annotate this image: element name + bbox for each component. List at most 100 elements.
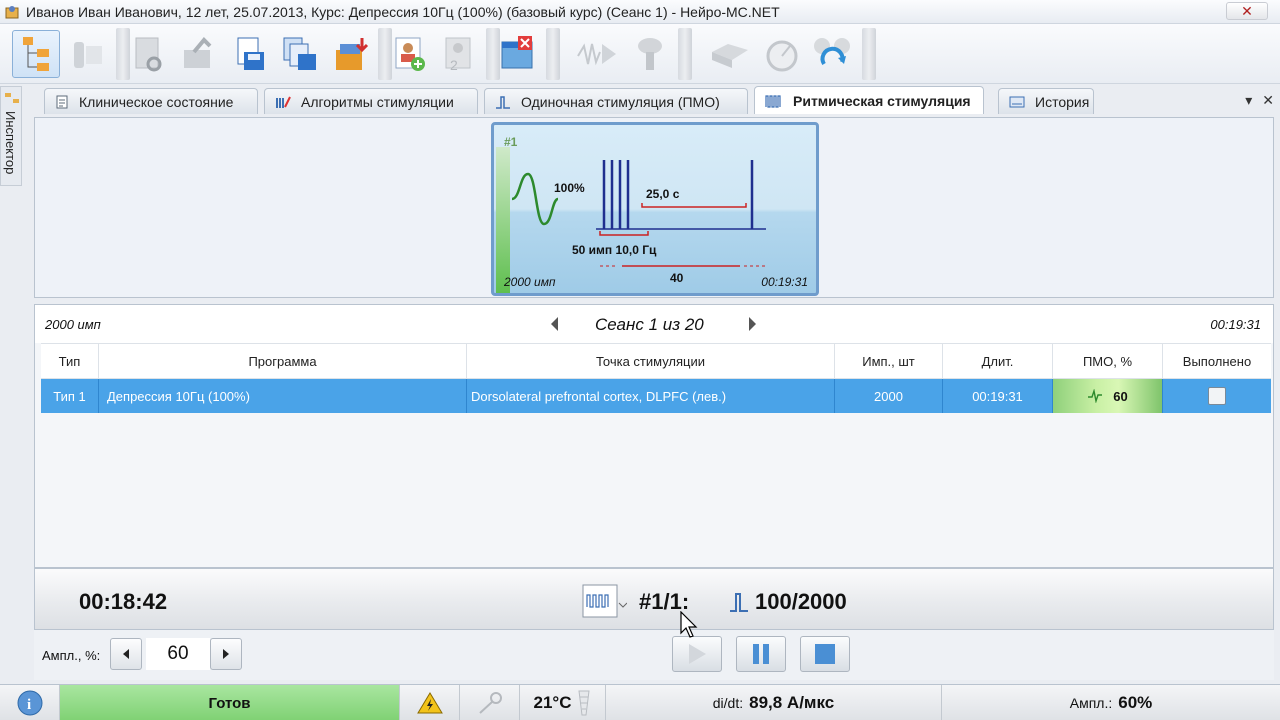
close-tab-icon[interactable]: ✕	[1262, 92, 1274, 109]
tab-label: Ритмическая стимуляция	[793, 92, 971, 109]
amplitude-increase-button[interactable]	[210, 638, 242, 670]
play-button[interactable]	[672, 636, 722, 672]
session-pulses: 2000 имп	[45, 317, 101, 332]
stimulator-icon	[706, 30, 754, 78]
tab-single-stimulation[interactable]: Одиночная стимуляция (ПМО)	[484, 88, 748, 114]
rhythmic-pulse-icon	[765, 94, 783, 108]
didt-cell: di/dt: 89,8 А/мкс	[606, 685, 942, 720]
algorithm-icon	[275, 95, 291, 109]
done-checkbox[interactable]	[1208, 387, 1226, 405]
didt-label: di/dt:	[712, 695, 744, 711]
repeat-span-marker	[600, 265, 766, 267]
protocol-index: #1	[504, 135, 518, 149]
refresh-icon[interactable]	[808, 30, 856, 78]
amplitude-input[interactable]: 60	[146, 638, 210, 670]
session-duration: 00:19:31	[1210, 317, 1261, 332]
cell-program: Депрессия 10Гц (100%)	[99, 379, 467, 413]
coil-icon	[626, 30, 674, 78]
sine-wave-icon	[512, 172, 558, 226]
column-header-point[interactable]: Точка стимуляции	[467, 344, 835, 378]
amplitude-cell: Ампл.: 60%	[942, 685, 1280, 720]
pulse-wave-icon	[1088, 389, 1103, 403]
session-title: Сеанс 1 из 20	[595, 315, 704, 334]
amplitude-level-bar	[496, 147, 510, 293]
tab-history[interactable]: История	[998, 88, 1094, 114]
elapsed-time: 00:18:42	[79, 589, 168, 614]
column-header-pulses[interactable]: Имп., шт	[835, 344, 943, 378]
cell-type: Тип 1	[41, 379, 99, 413]
close-window-icon[interactable]	[494, 30, 542, 78]
tree-view-icon[interactable]	[12, 30, 60, 78]
import-icon[interactable]	[328, 30, 376, 78]
protocol-repeats: 40	[670, 271, 684, 285]
play-icon	[689, 644, 706, 664]
stop-icon	[815, 644, 835, 664]
tab-clinical-state[interactable]: Клиническое состояние	[44, 88, 258, 114]
single-pulse-icon	[730, 593, 748, 612]
warning-icon[interactable]	[400, 685, 460, 720]
table-row[interactable]: Тип 1 Депрессия 10Гц (100%) Dorsolateral…	[41, 379, 1271, 413]
protocol-train: 50 имп 10,0 Гц	[572, 243, 657, 257]
patient-number-icon: 2	[436, 30, 484, 78]
save-icon[interactable]	[226, 30, 274, 78]
protocol-duration: 00:19:31	[761, 275, 808, 289]
cell-pmo[interactable]: 60	[1053, 379, 1163, 413]
pin-icon	[5, 93, 19, 103]
pause-icon	[753, 644, 769, 664]
stop-button[interactable]	[800, 636, 850, 672]
title-bar: Иванов Иван Иванович, 12 лет, 25.07.2013…	[0, 0, 1280, 24]
arrow-left-icon	[123, 649, 129, 659]
tab-strip: Клиническое состояние Алгоритмы стимуляц…	[36, 86, 1280, 114]
column-header-type[interactable]: Тип	[41, 344, 99, 378]
status-amp-label: Ампл.:	[1069, 695, 1113, 711]
toolbar-separator	[862, 28, 876, 80]
inspector-panel-tab[interactable]: Инспектор	[0, 86, 22, 186]
history-icon	[1009, 95, 1025, 109]
arrow-right-icon	[223, 649, 229, 659]
tab-list-dropdown-icon[interactable]: ▾	[1245, 92, 1252, 109]
tab-controls: ▾ ✕	[1245, 92, 1274, 109]
status-ready: Готов	[60, 685, 400, 720]
status-amp-value: 60%	[1118, 693, 1153, 712]
column-header-done[interactable]: Выполнено	[1163, 344, 1271, 378]
export-icon	[174, 30, 222, 78]
column-header-pmo[interactable]: ПМО, %	[1053, 344, 1163, 378]
save-all-icon[interactable]	[276, 30, 324, 78]
toolbar-separator	[546, 28, 560, 80]
amplitude-decrease-button[interactable]	[110, 638, 142, 670]
progress-panel: 00:18:42 #1/1: 100/2000	[34, 568, 1274, 630]
next-session-icon[interactable]	[749, 317, 756, 331]
tab-algorithms[interactable]: Алгоритмы стимуляции	[264, 88, 478, 114]
protocol-interval: 25,0 с	[646, 187, 680, 201]
cell-point: Dorsolateral prefrontal cortex, DLPFC (л…	[467, 379, 835, 413]
train-span-marker	[599, 231, 649, 236]
info-icon[interactable]: i	[0, 685, 60, 720]
column-header-duration[interactable]: Длит.	[943, 344, 1053, 378]
mouse-cursor-icon	[680, 611, 698, 638]
key-icon	[460, 685, 520, 720]
main-toolbar: 2	[0, 24, 1280, 84]
temperature-value: 21°C	[533, 693, 572, 712]
app-window: Иванов Иван Иванович, 12 лет, 25.07.2013…	[0, 0, 1280, 720]
amplitude-label: Ампл., %:	[42, 648, 101, 663]
session-header: 2000 имп Сеанс 1 из 20 00:19:31	[35, 305, 1273, 343]
previous-session-icon[interactable]	[551, 317, 558, 331]
protocol-card[interactable]: #1 100% 25,0 с 50 имп 10,0 Гц 40 2000 им…	[491, 122, 819, 296]
cell-pulses: 2000	[835, 379, 943, 413]
pause-button[interactable]	[736, 636, 786, 672]
temperature-cell: 21°C	[520, 685, 606, 720]
tab-label: История	[1035, 93, 1090, 110]
tab-label: Клиническое состояние	[79, 93, 234, 110]
protocol-preview-panel: #1 100% 25,0 с 50 имп 10,0 Гц 40 2000 им…	[34, 117, 1274, 298]
waveform-play-icon	[574, 30, 622, 78]
add-patient-icon[interactable]	[386, 30, 434, 78]
pmo-value: 60	[1113, 388, 1128, 404]
column-header-program[interactable]: Программа	[99, 344, 467, 378]
close-window-button[interactable]: ✕	[1226, 2, 1268, 20]
tab-label: Одиночная стимуляция (ПМО)	[521, 93, 720, 110]
session-panel: 2000 имп Сеанс 1 из 20 00:19:31 Тип Прог…	[34, 304, 1274, 568]
tab-rhythmic-stimulation[interactable]: Ритмическая стимуляция	[754, 86, 984, 114]
rhythmic-protocol-icon[interactable]	[581, 581, 627, 621]
window-title: Иванов Иван Иванович, 12 лет, 25.07.2013…	[26, 3, 780, 20]
table-header: Тип Программа Точка стимуляции Имп., шт …	[41, 343, 1271, 379]
